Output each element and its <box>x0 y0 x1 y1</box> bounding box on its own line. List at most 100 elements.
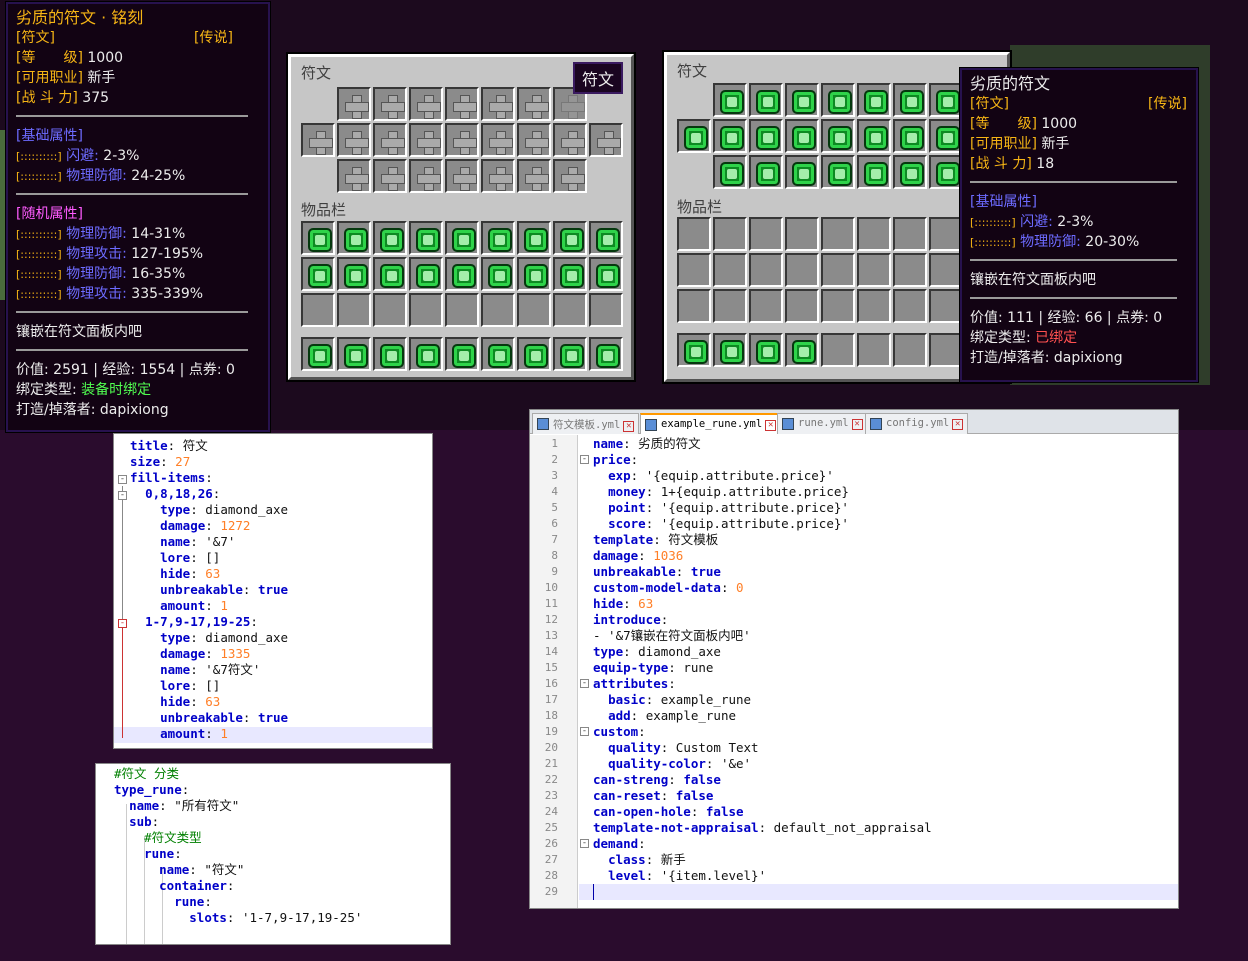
rune-item-slot[interactable] <box>301 221 335 255</box>
rune-item-slot[interactable] <box>301 337 335 371</box>
empty-slot[interactable] <box>785 253 819 287</box>
close-icon[interactable]: ✕ <box>851 419 863 430</box>
rune-item-slot[interactable] <box>677 119 711 153</box>
rune-item-slot[interactable] <box>337 337 371 371</box>
empty-slot[interactable] <box>481 293 515 327</box>
fold-toggle[interactable]: - <box>118 619 127 628</box>
yaml-editor-gui-config[interactable]: - - - title: 符文 size: 27 fill-items: 0,8,1… <box>113 433 433 749</box>
empty-slot[interactable] <box>713 253 747 287</box>
rune-socket-slot[interactable] <box>301 123 335 157</box>
rune-socket-slot[interactable] <box>445 123 479 157</box>
rune-item-slot[interactable] <box>409 257 443 291</box>
rune-socket-slot[interactable] <box>481 123 515 157</box>
rune-socket-slot[interactable] <box>445 159 479 193</box>
rune-item-slot[interactable] <box>517 257 551 291</box>
fold-toggle[interactable]: - <box>118 475 127 484</box>
rune-item-slot[interactable] <box>821 119 855 153</box>
rune-socket-slot[interactable] <box>373 159 407 193</box>
rune-socket-slot[interactable] <box>337 159 371 193</box>
close-icon[interactable]: ✕ <box>623 421 635 432</box>
rune-socket-slot[interactable] <box>409 123 443 157</box>
rune-item-slot[interactable] <box>373 257 407 291</box>
rune-socket-slot[interactable] <box>373 123 407 157</box>
empty-slot[interactable] <box>857 289 891 323</box>
tab-config[interactable]: config.yml ✕ <box>865 413 969 434</box>
empty-slot[interactable] <box>893 253 927 287</box>
rune-item-slot[interactable] <box>517 221 551 255</box>
rune-item-slot[interactable] <box>749 333 783 367</box>
rune-socket-slot[interactable] <box>337 87 371 121</box>
empty-slot[interactable] <box>857 253 891 287</box>
rune-item-slot[interactable] <box>409 221 443 255</box>
rune-socket-slot[interactable] <box>373 87 407 121</box>
empty-slot[interactable] <box>517 293 551 327</box>
empty-slot[interactable] <box>857 217 891 251</box>
empty-slot[interactable] <box>785 289 819 323</box>
close-icon[interactable]: ✕ <box>952 419 964 430</box>
rune-item-slot[interactable] <box>893 83 927 117</box>
rune-item-slot[interactable] <box>337 221 371 255</box>
rune-socket-slot[interactable] <box>517 123 551 157</box>
rune-item-slot[interactable] <box>337 257 371 291</box>
empty-slot[interactable] <box>553 293 587 327</box>
rune-socket-slot[interactable] <box>409 159 443 193</box>
rune-socket-slot[interactable] <box>553 123 587 157</box>
empty-slot[interactable] <box>749 253 783 287</box>
empty-slot[interactable] <box>409 293 443 327</box>
rune-item-slot[interactable] <box>713 83 747 117</box>
rune-item-slot[interactable] <box>713 155 747 189</box>
rune-item-slot[interactable] <box>785 333 819 367</box>
rune-item-slot[interactable] <box>481 221 515 255</box>
empty-slot[interactable] <box>821 333 855 367</box>
rune-item-slot[interactable] <box>713 119 747 153</box>
fold-toggle[interactable]: - <box>580 455 589 464</box>
rune-item-slot[interactable] <box>445 257 479 291</box>
empty-slot[interactable] <box>893 289 927 323</box>
close-icon[interactable]: ✕ <box>765 420 777 431</box>
rune-item-slot[interactable] <box>857 119 891 153</box>
empty-slot[interactable] <box>893 217 927 251</box>
rune-socket-slot[interactable] <box>517 159 551 193</box>
rune-item-slot[interactable] <box>785 155 819 189</box>
rune-item-slot[interactable] <box>857 155 891 189</box>
empty-slot[interactable] <box>337 293 371 327</box>
rune-item-slot[interactable] <box>589 221 623 255</box>
empty-slot[interactable] <box>589 293 623 327</box>
rune-item-slot[interactable] <box>893 119 927 153</box>
rune-item-slot[interactable] <box>553 257 587 291</box>
rune-item-slot[interactable] <box>749 83 783 117</box>
yaml-editor-category[interactable]: #符文 分类 type_rune: name: "所有符文" sub: #符文类型… <box>95 763 451 945</box>
rune-item-slot[interactable] <box>445 337 479 371</box>
rune-socket-slot[interactable] <box>589 123 623 157</box>
rune-item-slot[interactable] <box>589 337 623 371</box>
rune-item-slot[interactable] <box>821 155 855 189</box>
rune-item-slot[interactable] <box>481 337 515 371</box>
rune-item-slot[interactable] <box>589 257 623 291</box>
rune-item-slot[interactable] <box>749 155 783 189</box>
rune-item-slot[interactable] <box>929 83 963 117</box>
empty-slot[interactable] <box>929 217 963 251</box>
rune-item-slot[interactable] <box>749 119 783 153</box>
empty-slot[interactable] <box>821 217 855 251</box>
rune-tab-button[interactable]: 符文 <box>573 62 624 94</box>
rune-socket-slot[interactable] <box>553 159 587 193</box>
empty-slot[interactable] <box>857 333 891 367</box>
rune-socket-slot[interactable] <box>481 87 515 121</box>
rune-item-slot[interactable] <box>409 337 443 371</box>
fold-toggle[interactable]: - <box>118 491 127 500</box>
empty-slot[interactable] <box>929 253 963 287</box>
empty-slot[interactable] <box>821 289 855 323</box>
empty-slot[interactable] <box>445 293 479 327</box>
empty-slot[interactable] <box>821 253 855 287</box>
rune-item-slot[interactable] <box>893 155 927 189</box>
rune-item-slot[interactable] <box>553 337 587 371</box>
rune-socket-slot[interactable] <box>337 123 371 157</box>
fold-toggle[interactable]: - <box>580 839 589 848</box>
empty-slot[interactable] <box>749 217 783 251</box>
rune-socket-slot[interactable] <box>409 87 443 121</box>
rune-item-slot[interactable] <box>929 119 963 153</box>
fold-toggle[interactable]: - <box>580 679 589 688</box>
empty-slot[interactable] <box>749 289 783 323</box>
rune-item-slot[interactable] <box>677 333 711 367</box>
empty-slot[interactable] <box>677 217 711 251</box>
